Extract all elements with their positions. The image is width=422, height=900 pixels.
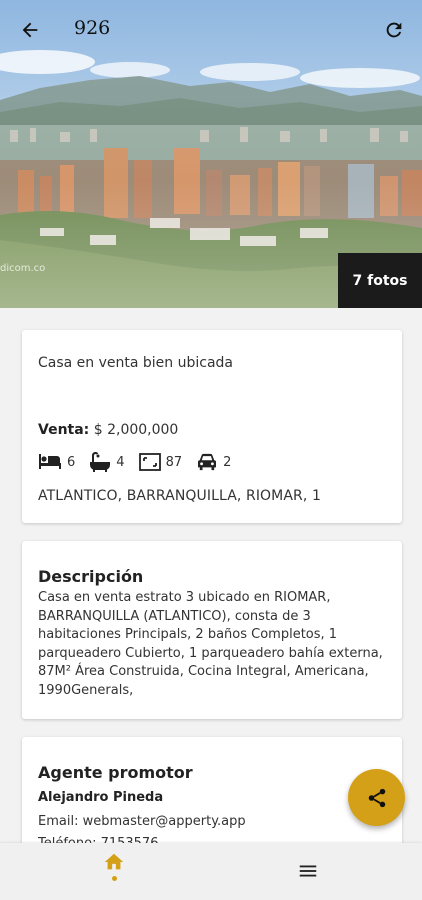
- description-text: Casa en venta estrato 3 ubicado en RIOMA…: [38, 590, 383, 698]
- home-icon: [104, 853, 124, 870]
- property-detail-screen: 926 dicom.co 7 fotos Casa en venta bien …: [0, 0, 422, 900]
- feature-parking-value: 2: [223, 454, 232, 470]
- arrow-back-icon: [22, 22, 38, 38]
- listing-summary-card: Casa en venta bien ubicada Venta: $ 2,00…: [22, 330, 402, 523]
- feature-bedrooms: 6: [38, 453, 75, 471]
- nav-menu[interactable]: [286, 853, 330, 889]
- photo-watermark: dicom.co: [0, 263, 46, 274]
- description-heading: Descripción: [38, 567, 144, 586]
- agent-name: Alejandro Pineda: [38, 790, 164, 805]
- active-indicator: [111, 876, 117, 881]
- agent-heading: Agente promotor: [38, 763, 193, 782]
- description-card: Descripción Casa en venta estrato 3 ubic…: [22, 541, 402, 719]
- refresh-icon: [386, 22, 402, 38]
- page-title: 926: [74, 17, 111, 39]
- feature-list: 6 4 87 2: [38, 452, 245, 472]
- photo-count-badge[interactable]: 7 fotos: [338, 253, 422, 308]
- bed-icon: [39, 454, 61, 469]
- price-value: $ 2,000,000: [93, 422, 179, 438]
- feature-area: 87: [138, 453, 183, 471]
- back-button[interactable]: [14, 14, 46, 46]
- hero-photo[interactable]: 926 dicom.co 7 fotos: [0, 0, 422, 308]
- feature-bathrooms-value: 4: [116, 454, 125, 470]
- price-label: Venta:: [38, 422, 90, 438]
- feature-parking: 2: [196, 453, 231, 471]
- share-button[interactable]: [348, 769, 405, 826]
- bathtub-icon: [90, 452, 111, 472]
- nav-home[interactable]: [86, 851, 142, 895]
- area-icon: [138, 453, 161, 471]
- listing-location: ATLANTICO, BARRANQUILLA, RIOMAR, 1: [38, 488, 321, 504]
- agent-email[interactable]: Email: webmaster@apperty.app: [38, 814, 246, 829]
- car-icon: [198, 453, 217, 471]
- refresh-button[interactable]: [378, 14, 410, 46]
- menu-icon: [299, 865, 317, 877]
- feature-bathrooms: 4: [89, 452, 125, 472]
- price-row: Venta: $ 2,000,000: [38, 422, 178, 438]
- feature-bedrooms-value: 6: [67, 454, 76, 470]
- feature-area-value: 87: [165, 454, 183, 470]
- listing-title: Casa en venta bien ubicada: [38, 355, 234, 371]
- share-icon: [368, 788, 385, 807]
- bottom-navigation: [0, 843, 422, 900]
